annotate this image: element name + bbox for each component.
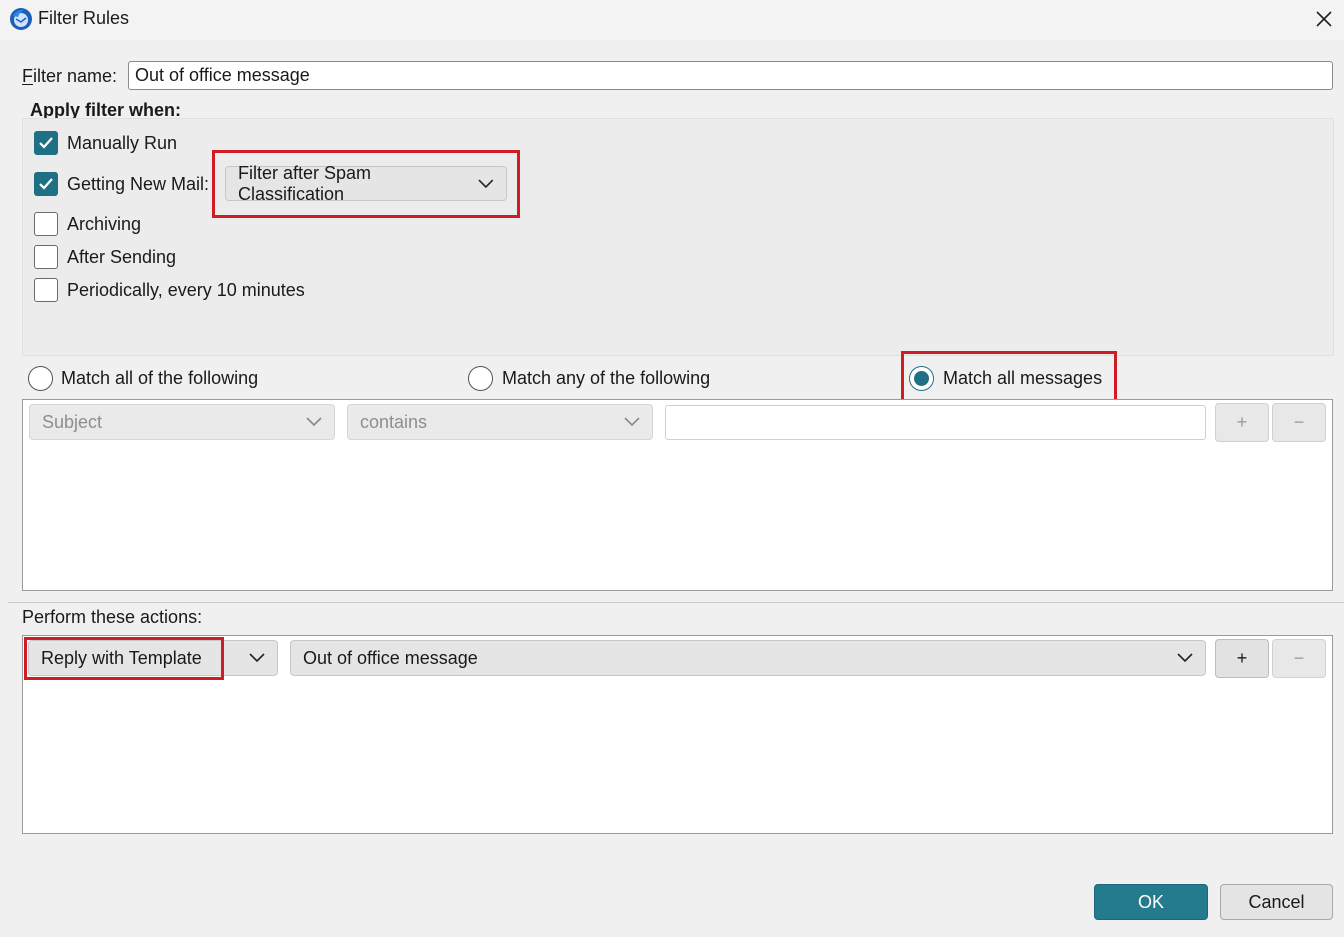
chevron-down-icon <box>624 417 640 427</box>
manually-run-label: Manually Run <box>67 133 178 153</box>
filter-name-label-text: ilter name: <box>33 66 118 86</box>
criteria-value-input[interactable] <box>665 405 1206 440</box>
periodically-checkbox[interactable] <box>34 278 58 302</box>
criteria-field-dropdown[interactable]: Subject <box>29 404 335 440</box>
match-all-messages-label: Match all messages <box>943 368 1103 388</box>
action-remove-button[interactable]: − <box>1272 639 1326 678</box>
after-sending-label: After Sending <box>67 247 177 267</box>
chevron-down-icon <box>478 179 494 188</box>
match-any-following-label: Match any of the following <box>502 368 711 388</box>
match-any-following-radio[interactable] <box>468 366 493 391</box>
periodically-label: Periodically, every 10 minutes <box>67 280 305 300</box>
filter-name-value: Out of office message <box>135 65 310 85</box>
template-dropdown[interactable]: Out of office message <box>290 640 1206 676</box>
after-sending-checkbox[interactable] <box>34 245 58 269</box>
getting-new-mail-label: Getting New Mail: <box>67 174 210 194</box>
ok-button[interactable]: OK <box>1094 884 1208 920</box>
archiving-checkbox[interactable] <box>34 212 58 236</box>
action-add-button[interactable]: + <box>1215 639 1269 678</box>
criteria-add-button[interactable]: + <box>1215 403 1269 442</box>
highlight-box-action <box>24 637 224 680</box>
getting-new-mail-checkbox[interactable] <box>34 172 58 196</box>
match-all-following-label: Match all of the following <box>61 368 259 388</box>
thunderbird-app-icon <box>9 7 33 31</box>
manually-run-checkbox[interactable] <box>34 131 58 155</box>
title-bar <box>0 0 1344 40</box>
cancel-button[interactable]: Cancel <box>1220 884 1333 920</box>
spam-classification-value: Filter after Spam Classification <box>238 162 372 204</box>
criteria-operator-dropdown[interactable]: contains <box>347 404 653 440</box>
spam-classification-dropdown[interactable]: Filter after Spam Classification <box>225 163 507 204</box>
template-value: Out of office message <box>303 647 478 668</box>
radio-selected-dot <box>914 371 929 386</box>
criteria-field-value: Subject <box>42 411 103 432</box>
filter-name-input[interactable]: Out of office message <box>128 61 1333 90</box>
match-all-messages-radio[interactable] <box>909 366 934 391</box>
criteria-remove-button[interactable]: − <box>1272 403 1326 442</box>
filter-name-label: Filter name: <box>22 66 118 86</box>
criteria-operator-value: contains <box>360 411 428 432</box>
window-title: Filter Rules <box>38 8 130 28</box>
chevron-down-icon <box>1177 653 1193 663</box>
close-icon[interactable] <box>1306 2 1342 36</box>
chevron-down-icon <box>249 653 265 663</box>
archiving-label: Archiving <box>67 214 142 234</box>
section-divider <box>8 602 1344 603</box>
chevron-down-icon <box>306 417 322 427</box>
match-all-following-radio[interactable] <box>28 366 53 391</box>
perform-actions-label: Perform these actions: <box>22 607 203 627</box>
